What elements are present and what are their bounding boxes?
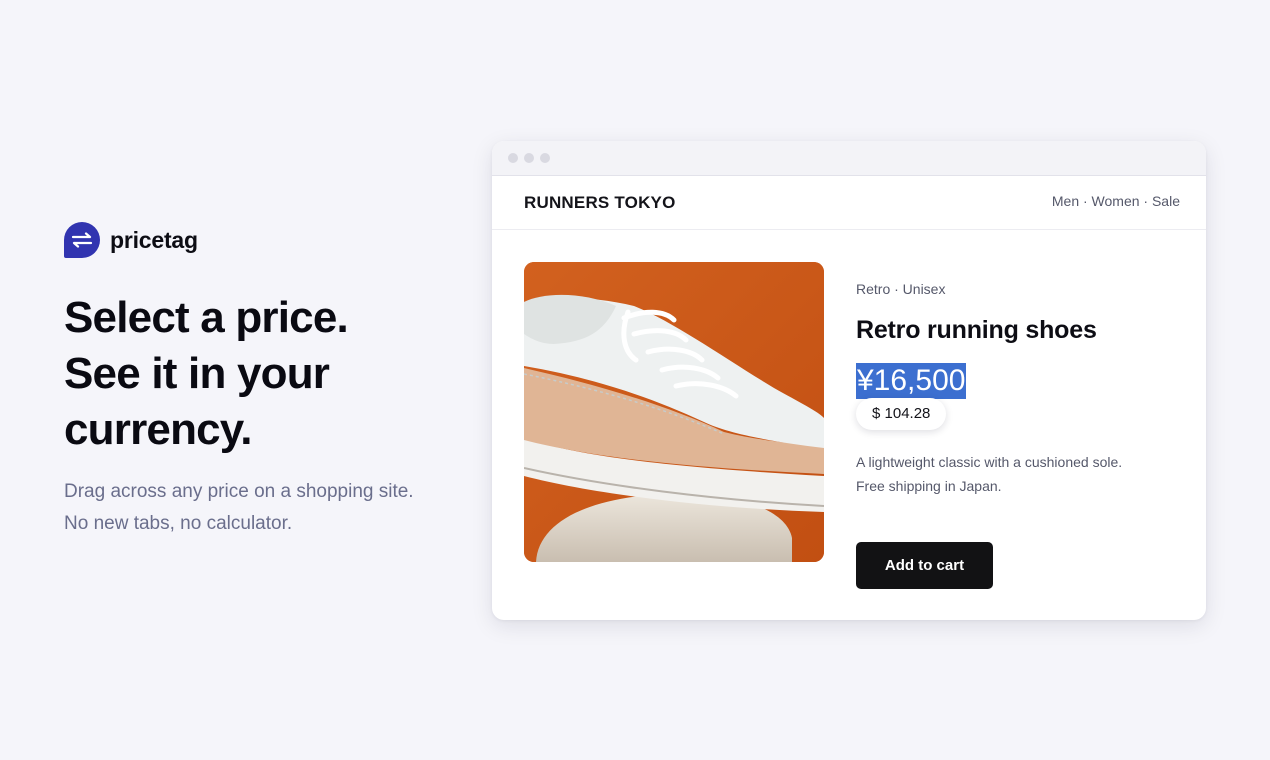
window-dot (524, 153, 534, 163)
window-dot (540, 153, 550, 163)
description-line: Free shipping in Japan. (856, 478, 1002, 494)
subtext: Drag across any price on a shopping site… (64, 476, 484, 540)
headline-line: currency. (64, 405, 252, 454)
headline: Select a price. See it in your currency. (64, 290, 464, 458)
brand: pricetag (64, 222, 198, 258)
browser-title-bar (492, 141, 1206, 176)
product-image (524, 262, 824, 562)
product-description: A lightweight classic with a cushioned s… (856, 450, 1186, 498)
brand-name: pricetag (110, 226, 198, 253)
converted-price-tooltip: $ 104.28 (856, 398, 947, 430)
product-category: Retro · Unisex (856, 281, 946, 297)
headline-line: Select a price. (64, 293, 349, 342)
site-logo[interactable]: RUNNERS TOKYO (524, 193, 676, 213)
subtext-line: No new tabs, no calculator. (64, 513, 293, 534)
site-header: RUNNERS TOKYO Men · Women · Sale (492, 176, 1206, 230)
sneaker-photo (524, 262, 824, 562)
add-to-cart-button[interactable]: Add to cart (856, 542, 993, 589)
browser-mockup: RUNNERS TOKYO Men · Women · Sale Retro ·… (492, 141, 1206, 620)
description-line: A lightweight classic with a cushioned s… (856, 454, 1123, 470)
selected-price[interactable]: ¥16,500 (856, 363, 967, 399)
subtext-line: Drag across any price on a shopping site… (64, 481, 414, 502)
product-title: Retro running shoes (856, 316, 1097, 344)
headline-line: See it in your (64, 349, 330, 398)
swap-arrows-icon (64, 222, 100, 258)
landing-page: pricetag Select a price. See it in your … (0, 0, 1270, 760)
site-nav[interactable]: Men · Women · Sale (1052, 193, 1180, 209)
window-dot (508, 153, 518, 163)
